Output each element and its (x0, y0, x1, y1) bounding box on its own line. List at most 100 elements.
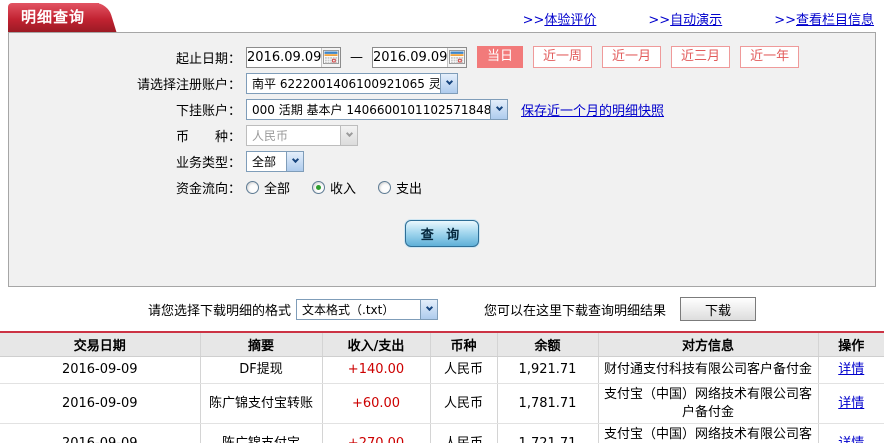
quick-range-last-month-button[interactable]: 近一月 (602, 46, 662, 68)
link-arrow-prefix: >> (648, 13, 671, 28)
tab-detail-query[interactable]: 明细查询 (8, 3, 100, 32)
quick-range-last-3-months-button[interactable]: 近三月 (671, 46, 731, 68)
link-arrow-prefix: >> (774, 13, 796, 28)
chevron-down-icon (425, 303, 433, 312)
detail-link[interactable]: 详情 (838, 362, 864, 377)
cell-counterparty: 财付通支付科技有限公司客户备付金 (598, 356, 819, 384)
transactions-table: 交易日期 摘要 收入/支出 币种 余额 对方信息 操作 2016-09-09 D… (0, 333, 884, 443)
top-links: >>体验评价 >>自动演示 >>查看栏目信息 (523, 9, 874, 28)
register-account-label: 请选择注册账户： (136, 77, 241, 93)
radio-label: 支出 (396, 181, 423, 197)
cell-balance: 1,781.71 (497, 383, 599, 425)
dropdown-button[interactable] (440, 73, 457, 93)
detail-link[interactable]: 详情 (838, 396, 864, 411)
fund-flow-expense-option[interactable]: 支出 (378, 178, 422, 197)
quick-range-last-year-button[interactable]: 近一年 (740, 46, 800, 68)
cell-summary: 陈广锦支付宝转账 (200, 383, 323, 425)
link-experience-evaluation[interactable]: >>体验评价 (523, 9, 597, 28)
link-label: 自动演示 (670, 13, 723, 28)
cell-currency: 人民币 (430, 356, 498, 384)
download-format-value: 文本格式（.txt） (302, 302, 395, 317)
dropdown-button (340, 125, 357, 145)
radio-icon (246, 180, 259, 194)
calendar-icon (323, 50, 339, 64)
end-date-input[interactable] (373, 49, 447, 65)
start-date-calendar-button[interactable] (321, 47, 340, 67)
fund-flow-row: 资金流向： 全部 收入 支出 (9, 176, 875, 198)
end-date-calendar-button[interactable] (447, 47, 466, 67)
fund-flow-all-option[interactable]: 全部 (246, 178, 290, 197)
end-date-field (372, 46, 467, 68)
cell-amount: +270.00 (322, 423, 431, 443)
link-label: 体验评价 (544, 13, 597, 28)
dropdown-button[interactable] (490, 99, 507, 119)
chevron-down-icon (445, 77, 453, 86)
start-date-field (246, 46, 341, 68)
download-button[interactable]: 下载 (680, 297, 757, 321)
sub-account-select[interactable]: 000 活期 基本户 1406600101102571848 (246, 98, 508, 120)
cell-amount: +60.00 (322, 383, 431, 425)
col-header-amount: 收入/支出 (322, 333, 431, 357)
radio-label: 收入 (330, 181, 357, 197)
cell-date: 2016-09-09 (0, 356, 201, 384)
cell-balance: 1,921.71 (497, 356, 599, 384)
start-date-input[interactable] (247, 49, 321, 65)
link-label: 查看栏目信息 (795, 13, 874, 28)
register-account-row: 请选择注册账户： 南平 6222001406100921065 灵通卡 (9, 72, 875, 94)
business-type-value: 全部 (252, 154, 277, 169)
result-table-wrap: 交易日期 摘要 收入/支出 币种 余额 对方信息 操作 2016-09-09 D… (0, 331, 884, 443)
cell-amount: +140.00 (322, 356, 431, 384)
register-account-value: 南平 6222001406100921065 灵通卡 (252, 76, 440, 91)
dropdown-button[interactable] (420, 299, 438, 319)
link-arrow-prefix: >> (522, 13, 545, 28)
col-header-counterparty: 对方信息 (598, 333, 819, 357)
chevron-down-icon (345, 129, 353, 138)
col-header-currency: 币种 (430, 333, 498, 357)
cell-currency: 人民币 (430, 383, 498, 425)
col-header-date: 交易日期 (0, 333, 201, 357)
business-type-select[interactable]: 全部 (246, 150, 304, 172)
cell-counterparty: 支付宝（中国）网络技术有限公司客户备付金 (598, 383, 819, 425)
fund-flow-income-option[interactable]: 收入 (312, 178, 356, 197)
business-type-row: 业务类型： 全部 (9, 150, 875, 172)
calendar-icon (449, 50, 465, 64)
save-snapshot-link[interactable]: 保存近一个月的明细快照 (521, 100, 664, 119)
date-range-row: 起止日期： 2016.09.09 — 2016.09.09 当日 近一周 近一月… (9, 46, 875, 68)
cell-balance: 1,721.71 (497, 423, 599, 443)
cell-date: 2016-09-09 (0, 423, 201, 443)
download-format-select[interactable]: 文本格式（.txt） (296, 298, 439, 320)
radio-checked-icon (312, 180, 326, 194)
sub-account-label: 下挂账户： (175, 103, 241, 119)
download-format-label: 请您选择下载明细的格式 (148, 303, 292, 319)
chevron-down-icon (291, 155, 299, 164)
dropdown-button[interactable] (286, 151, 303, 171)
sub-account-row: 下挂账户： 000 活期 基本户 1406600101102571848 保存近… (9, 98, 875, 120)
detail-link[interactable]: 详情 (838, 436, 864, 443)
link-view-column-info[interactable]: >>查看栏目信息 (774, 9, 874, 28)
register-account-select[interactable]: 南平 6222001406100921065 灵通卡 (246, 72, 458, 94)
quick-range-today-button[interactable]: 当日 (477, 46, 524, 68)
download-row: 请您选择下载明细的格式 文本格式（.txt） 您可以在这里下载查询明细结果 下载 (0, 296, 884, 322)
download-hint: 您可以在这里下载查询明细结果 (484, 303, 667, 319)
cell-summary: DF提现 (200, 356, 323, 384)
quick-range-last-week-button[interactable]: 近一周 (533, 46, 593, 68)
link-auto-demo[interactable]: >>自动演示 (648, 9, 722, 28)
fund-flow-options: 全部 收入 支出 (246, 178, 444, 197)
currency-label: 币 种： (175, 129, 241, 145)
sub-account-value: 000 活期 基本户 1406600101102571848 (252, 102, 490, 117)
cell-currency: 人民币 (430, 423, 498, 443)
table-row: 2016-09-09 陈广锦支付宝转账 +60.00 人民币 1,781.71 … (0, 383, 884, 425)
cell-summary: 陈广锦支付宝 (200, 423, 323, 443)
date-range-label: 起止日期： (175, 51, 241, 67)
business-type-label: 业务类型： (175, 155, 241, 171)
table-row: 2016-09-09 陈广锦支付宝 +270.00 人民币 1,721.71 支… (0, 423, 884, 443)
currency-value: 人民币 (252, 128, 289, 143)
page-title: 明细查询 (21, 8, 86, 26)
query-button[interactable]: 查 询 (405, 220, 479, 247)
currency-row: 币 种： 人民币 (9, 124, 875, 146)
table-row: 2016-09-09 DF提现 +140.00 人民币 1,921.71 财付通… (0, 356, 884, 384)
col-header-balance: 余额 (497, 333, 599, 357)
date-range-separator: — (350, 49, 363, 65)
currency-select: 人民币 (246, 124, 358, 146)
cell-date: 2016-09-09 (0, 383, 201, 425)
